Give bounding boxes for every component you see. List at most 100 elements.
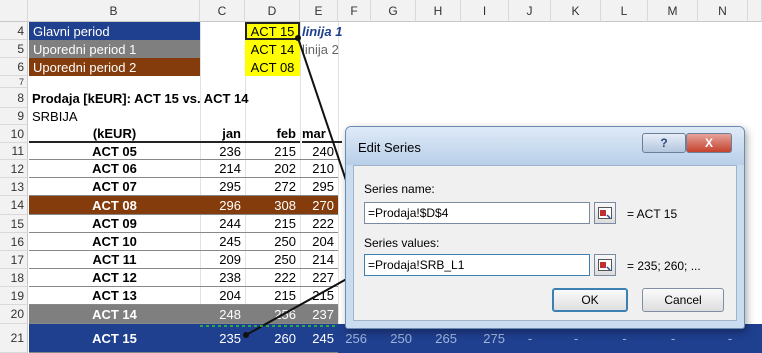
row-header[interactable]: 15	[0, 215, 28, 233]
period-value-comp1[interactable]: ACT 14	[245, 40, 300, 58]
row-header[interactable]: 17	[0, 251, 28, 269]
table-value-jan[interactable]: 209	[200, 251, 245, 269]
table-value-jan[interactable]: 235	[200, 324, 245, 353]
row-header[interactable]: 19	[0, 287, 28, 305]
table-value-mar[interactable]: 222	[300, 215, 338, 233]
line-label-1[interactable]: linija 1	[302, 22, 362, 40]
col-header-k[interactable]: K	[551, 0, 601, 22]
table-value-feb[interactable]: 202	[245, 160, 300, 178]
table-value-mar[interactable]: 270	[300, 196, 338, 215]
table-value-feb[interactable]: 250	[245, 233, 300, 251]
period-label-main[interactable]: Glavni period	[29, 22, 200, 40]
table-value-feb[interactable]: 308	[245, 196, 300, 215]
line-label-2[interactable]: linija 2	[302, 40, 362, 58]
col-header-m[interactable]: M	[648, 0, 698, 22]
row-header[interactable]: 14	[0, 196, 28, 215]
close-button[interactable]: X	[686, 133, 732, 153]
ok-button[interactable]: OK	[552, 288, 628, 312]
table-row-name[interactable]: ACT 09	[29, 215, 200, 233]
row-header[interactable]: 21	[0, 324, 28, 353]
table-value-jan[interactable]: 204	[200, 287, 245, 305]
row-header[interactable]: 18	[0, 269, 28, 287]
table-value-feb[interactable]: 215	[245, 143, 300, 160]
table-row-name[interactable]: ACT 14	[29, 305, 200, 324]
table-row-name[interactable]: ACT 13	[29, 287, 200, 305]
row-header[interactable]: 8	[0, 88, 28, 108]
col-header-c[interactable]: C	[200, 0, 245, 22]
period-label-comp2[interactable]: Uporedni period 2	[29, 58, 200, 76]
row-header[interactable]: 5	[0, 40, 28, 58]
table-value-feb[interactable]: 250	[245, 251, 300, 269]
collapse-dialog-button[interactable]	[594, 202, 616, 224]
table-row-name[interactable]: ACT 06	[29, 160, 200, 178]
row-header[interactable]: 12	[0, 160, 28, 178]
table-header-feb[interactable]: feb	[245, 125, 300, 143]
help-button[interactable]: ?	[642, 133, 686, 153]
table-value-jan[interactable]: 295	[200, 178, 245, 196]
col-header-j[interactable]: J	[509, 0, 551, 22]
table-row-name[interactable]: ACT 11	[29, 251, 200, 269]
table-value-jan[interactable]: 238	[200, 269, 245, 287]
table-row-name[interactable]: ACT 15	[29, 324, 200, 353]
table-value-mar[interactable]: 237	[300, 305, 338, 324]
row-header[interactable]: 6	[0, 58, 28, 76]
table-value-jan[interactable]: 244	[200, 215, 245, 233]
table-value-feb[interactable]: 272	[245, 178, 300, 196]
select-all-corner[interactable]	[0, 0, 28, 22]
table-value-jan[interactable]: 296	[200, 196, 245, 215]
table-value-feb[interactable]: 260	[245, 324, 300, 353]
col-header-g[interactable]: G	[371, 0, 416, 22]
col-header-b[interactable]: B	[28, 0, 200, 22]
report-title[interactable]: Prodaja [kEUR]: ACT 15 vs. ACT 14	[32, 88, 352, 108]
table-row-name[interactable]: ACT 10	[29, 233, 200, 251]
table-value-mar[interactable]: 214	[300, 251, 338, 269]
row-header[interactable]: 16	[0, 233, 28, 251]
table-header-jan[interactable]: jan	[200, 125, 245, 143]
col-header-e[interactable]: E	[300, 0, 338, 22]
table-value-mar[interactable]: 240	[300, 143, 338, 160]
table-row-name[interactable]: ACT 05	[29, 143, 200, 160]
collapse-dialog-button[interactable]	[594, 254, 616, 276]
table-value-mar[interactable]: 245	[300, 324, 338, 353]
row-header[interactable]: 9	[0, 108, 28, 125]
table-value-mar[interactable]: 227	[300, 269, 338, 287]
col-header-h[interactable]: H	[416, 0, 461, 22]
table-header-mar[interactable]: mar	[302, 125, 342, 143]
table-value-jan[interactable]: 245	[200, 233, 245, 251]
row-header[interactable]: 10	[0, 125, 28, 143]
row-header[interactable]: 11	[0, 143, 28, 160]
table-value-feb[interactable]: 215	[245, 215, 300, 233]
row-header[interactable]: 13	[0, 178, 28, 196]
table-row-name[interactable]: ACT 12	[29, 269, 200, 287]
table-value-jan[interactable]: 248	[200, 305, 245, 324]
table-value-feb[interactable]: 215	[245, 287, 300, 305]
table-row-name[interactable]: ACT 07	[29, 178, 200, 196]
table-value-jan[interactable]: 236	[200, 143, 245, 160]
table-value-mar[interactable]: 204	[300, 233, 338, 251]
cancel-button[interactable]: Cancel	[642, 288, 724, 312]
col-header-i[interactable]: I	[461, 0, 509, 22]
table-value-mar[interactable]: 210	[300, 160, 338, 178]
col-header-d[interactable]: D	[245, 0, 300, 22]
series-values-input[interactable]: =Prodaja!SRB_L1	[364, 254, 590, 276]
table-header-name[interactable]: (kEUR)	[29, 125, 200, 143]
col-header-f[interactable]: F	[338, 0, 371, 22]
table-value-jan[interactable]: 214	[200, 160, 245, 178]
dialog-titlebar[interactable]: Edit Series ? X	[346, 127, 744, 165]
row-header[interactable]: 7	[0, 76, 28, 88]
period-value-comp2[interactable]: ACT 08	[245, 58, 300, 76]
table-value-mar[interactable]: 215	[300, 287, 338, 305]
row-header[interactable]: 4	[0, 22, 28, 40]
region-label[interactable]: SRBIJA	[32, 108, 152, 125]
col-header-n[interactable]: N	[698, 0, 748, 22]
table-value-mar[interactable]: 295	[300, 178, 338, 196]
row-header[interactable]: 20	[0, 305, 28, 324]
col-header-l[interactable]: L	[601, 0, 648, 22]
table-value-feb[interactable]: 256	[245, 305, 300, 324]
col-header-o[interactable]	[748, 0, 762, 22]
period-label-comp1[interactable]: Uporedni period 1	[29, 40, 200, 58]
period-value-main[interactable]: ACT 15	[245, 22, 300, 40]
table-value-feb[interactable]: 222	[245, 269, 300, 287]
series-name-input[interactable]: =Prodaja!$D$4	[364, 202, 590, 224]
table-row-name[interactable]: ACT 08	[29, 196, 200, 215]
